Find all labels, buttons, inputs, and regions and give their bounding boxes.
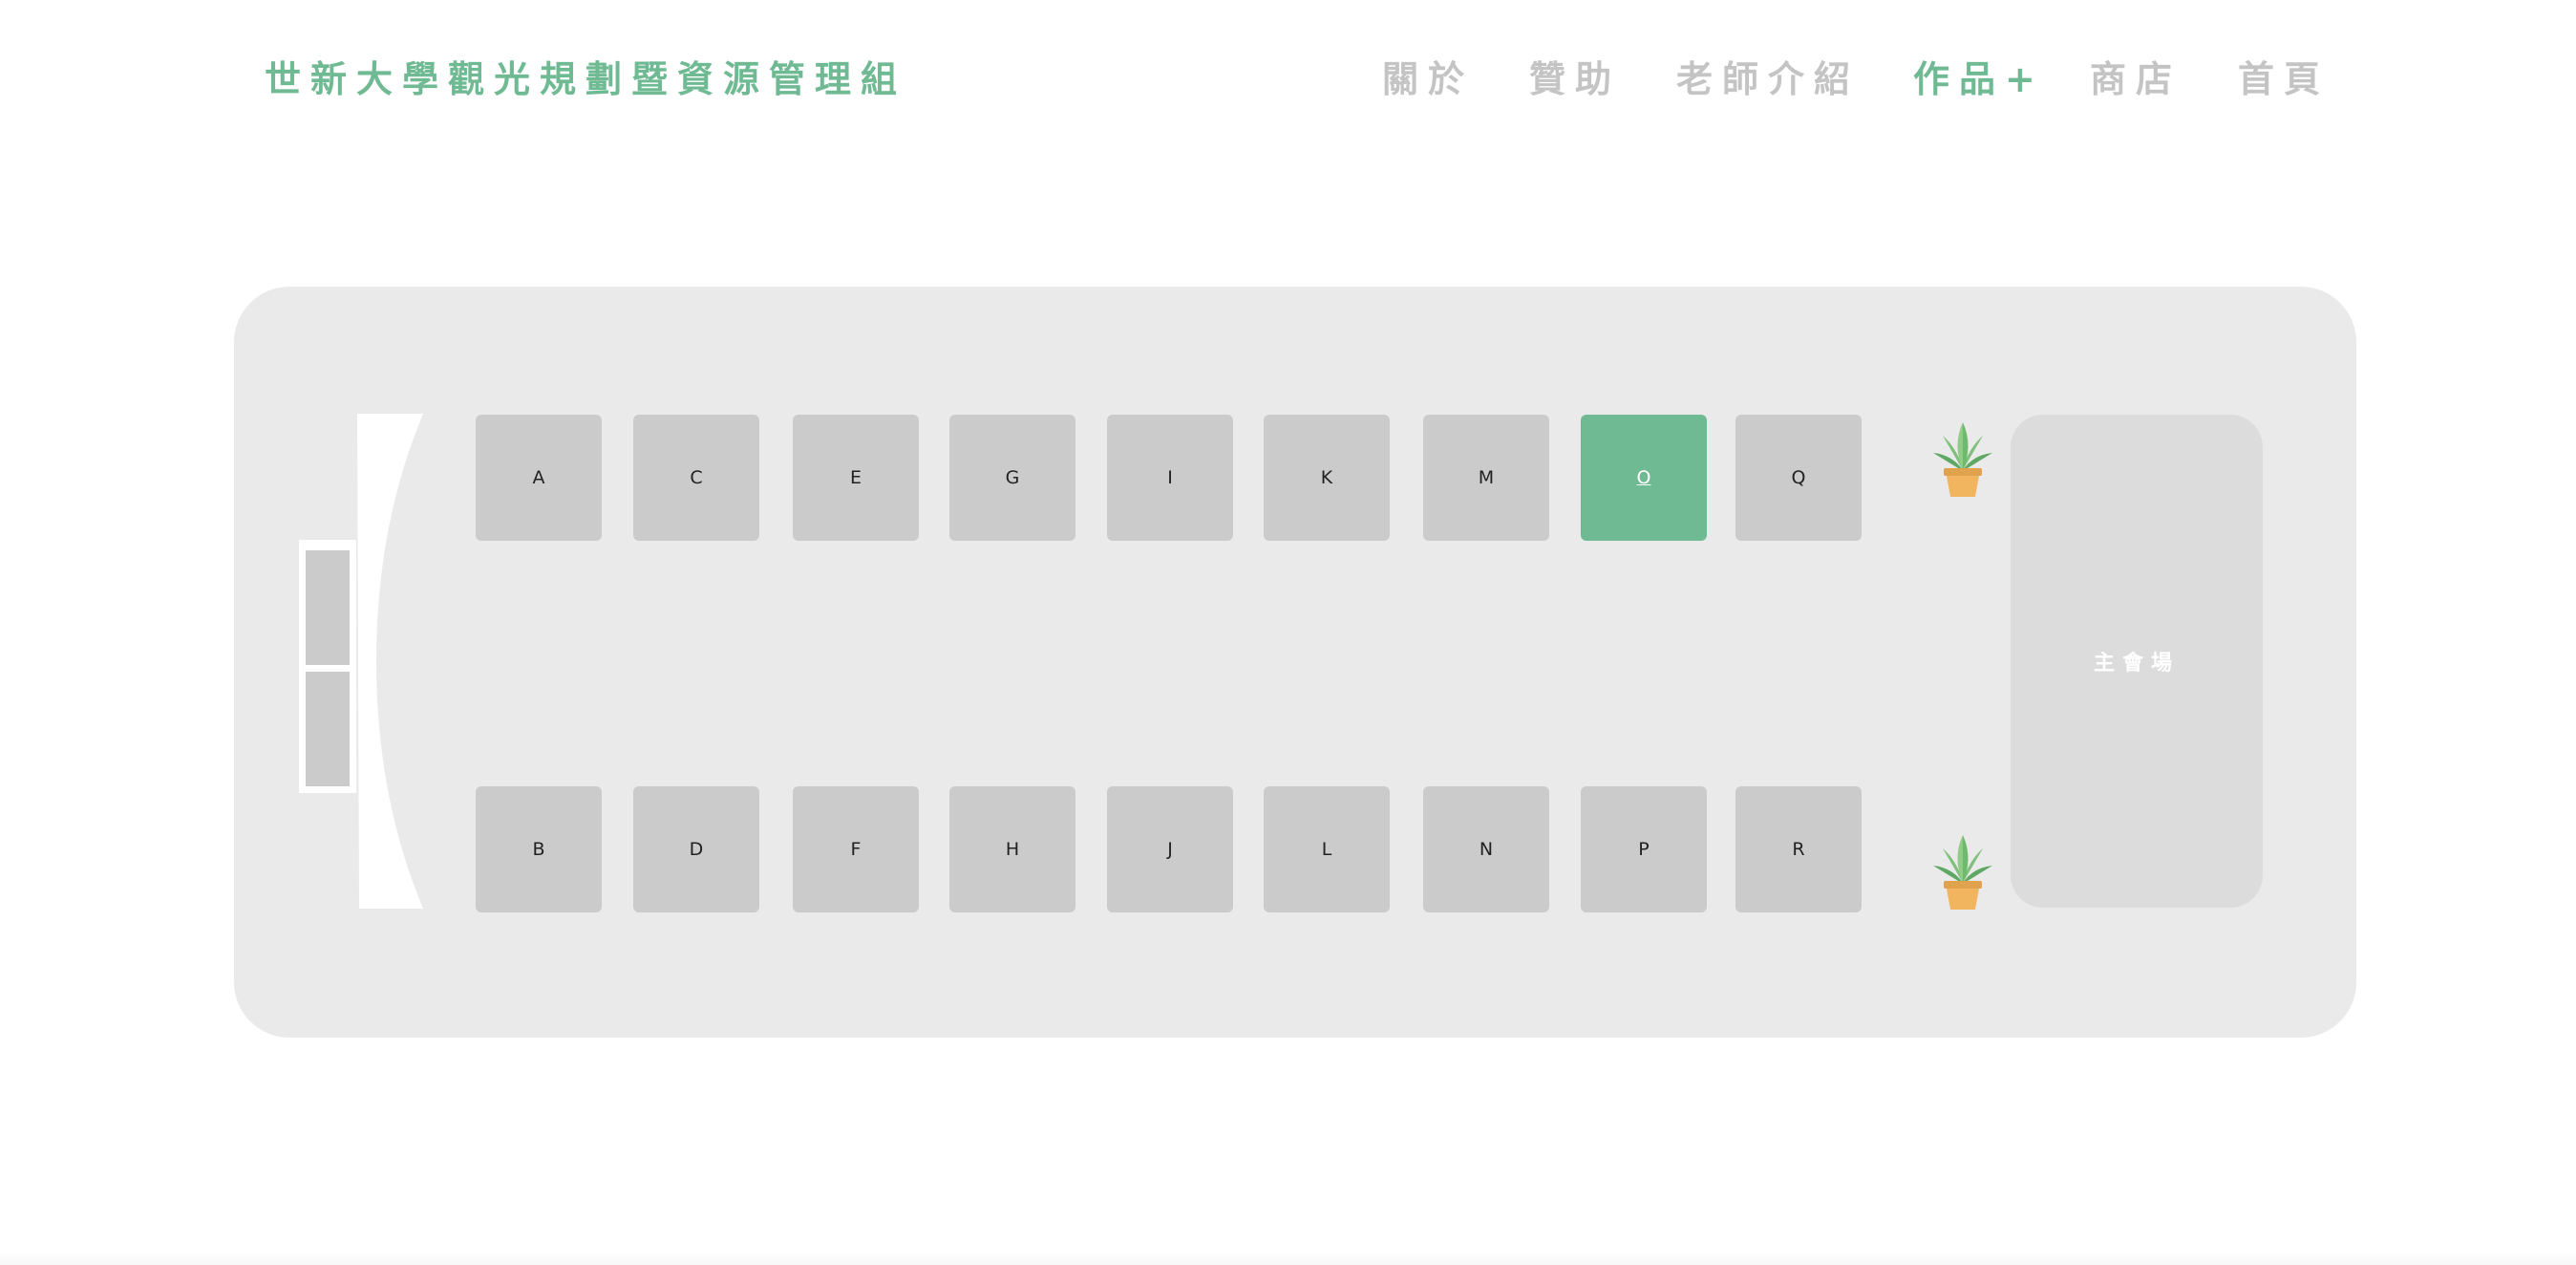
- curved-stage: [357, 414, 423, 909]
- potted-plant-icon: [1933, 422, 1992, 497]
- side-stage-panel-upper: [306, 550, 350, 665]
- nav-teachers[interactable]: 老師介紹: [1676, 55, 1860, 103]
- nav-about[interactable]: 關於: [1382, 55, 1474, 103]
- booth-o[interactable]: O: [1581, 415, 1707, 541]
- booth-b[interactable]: B: [476, 786, 602, 912]
- booth-p[interactable]: P: [1581, 786, 1707, 912]
- site-brand-title[interactable]: 世新大學觀光規劃暨資源管理組: [265, 55, 906, 103]
- nav-works[interactable]: 作品+: [1913, 55, 2045, 103]
- main-venue[interactable]: 主會場: [2011, 415, 2263, 908]
- booth-i[interactable]: I: [1107, 415, 1233, 541]
- venue-floor-plan: ACEGIKMOQ BDFHJLNPR 主會場: [234, 287, 2356, 1038]
- booth-c[interactable]: C: [633, 415, 759, 541]
- page-bottom-shadow: [0, 1252, 2576, 1265]
- booth-h[interactable]: H: [949, 786, 1075, 912]
- booth-g[interactable]: G: [949, 415, 1075, 541]
- booth-l[interactable]: L: [1264, 786, 1390, 912]
- nav-home[interactable]: 首頁: [2238, 55, 2330, 103]
- page: 世新大學觀光規劃暨資源管理組 關於 贊助 老師介紹 作品+ 商店 首頁 ACEG…: [0, 0, 2576, 1265]
- booth-k[interactable]: K: [1264, 415, 1390, 541]
- booth-f[interactable]: F: [793, 786, 919, 912]
- nav-sponsor[interactable]: 贊助: [1529, 55, 1621, 103]
- potted-plant-icon: [1933, 835, 1992, 910]
- booth-r[interactable]: R: [1735, 786, 1862, 912]
- booth-n[interactable]: N: [1423, 786, 1549, 912]
- booth-m[interactable]: M: [1423, 415, 1549, 541]
- nav-shop[interactable]: 商店: [2090, 55, 2182, 103]
- booth-a[interactable]: A: [476, 415, 602, 541]
- side-stage-panel-lower: [306, 672, 350, 786]
- booth-d[interactable]: D: [633, 786, 759, 912]
- booth-e[interactable]: E: [793, 415, 919, 541]
- booth-j[interactable]: J: [1107, 786, 1233, 912]
- booth-q[interactable]: Q: [1735, 415, 1862, 541]
